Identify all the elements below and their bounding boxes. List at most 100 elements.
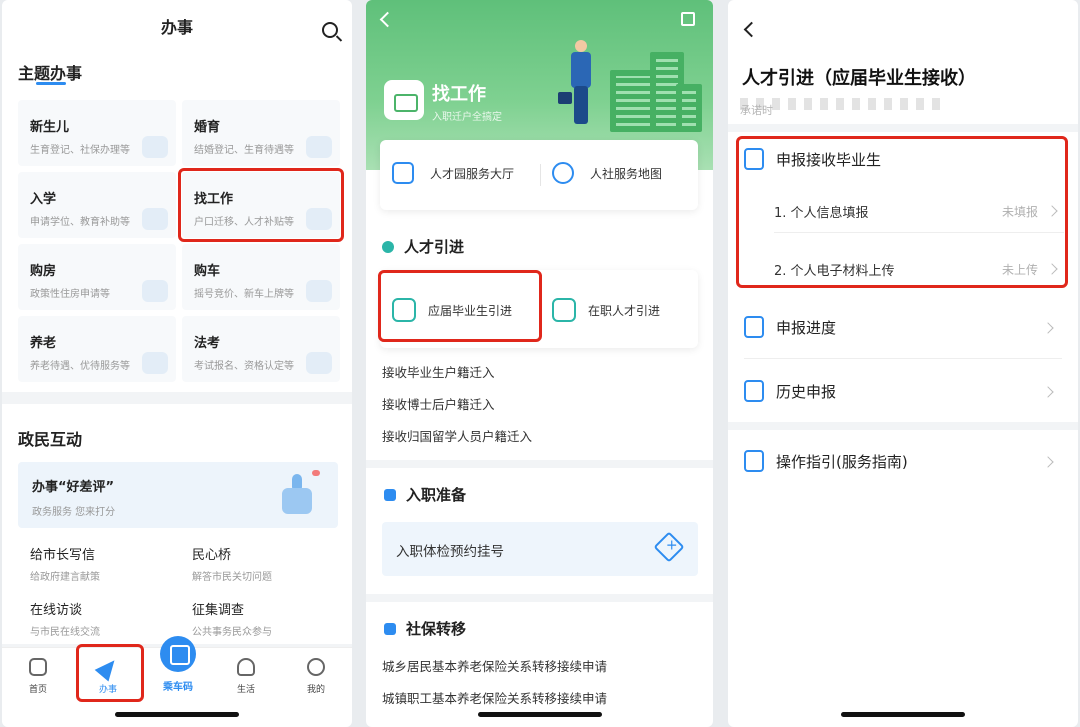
link-title: 给市长写信 [30, 548, 96, 563]
employed-talent-link[interactable]: 在职人才引进 [552, 298, 660, 322]
tab-label: 生活 [236, 685, 255, 695]
exam-label: 入职体检预约挂号 [396, 544, 504, 560]
tab-label: 首页 [28, 685, 47, 695]
section-title-interaction: 政民互动 [18, 430, 83, 449]
page-title: 办事 [160, 18, 193, 37]
bottom-tab-bar: 首页 办事 乘车码 生活 我的 [2, 636, 352, 727]
link-title: 征集调查 [192, 603, 245, 618]
thumbs-up-icon [276, 470, 320, 516]
elder-icon [142, 352, 168, 374]
screens: 办事 主题办事 新生儿 生育登记、社保办理等 婚育 结婚登记、生育待遇等 入学 [0, 0, 1080, 727]
tab-home[interactable]: 首页 [8, 658, 68, 695]
card-title: 养老 [30, 336, 57, 351]
section-title-theme: 主题办事 [18, 64, 83, 83]
home-indicator [115, 712, 239, 717]
divider [744, 358, 1062, 359]
phone-service-home: 办事 主题办事 新生儿 生育登记、社保办理等 婚育 结婚登记、生育待遇等 入学 [2, 0, 352, 727]
section-label: 人才引进 [404, 238, 465, 256]
service-label: 人才园服务大厅 [430, 166, 515, 181]
link-survey[interactable]: 征集调查 公共事务民众参与 [192, 599, 332, 638]
book-icon [744, 450, 764, 472]
divider [540, 164, 541, 186]
card-newborn[interactable]: 新生儿 生育登记、社保办理等 [18, 100, 176, 166]
link-online-interview[interactable]: 在线访谈 与市民在线交流 [30, 599, 192, 638]
menu-progress[interactable]: 申报进度 [744, 316, 1066, 338]
service-card: 人才园服务大厅 人社服务地图 [380, 140, 698, 210]
chevron-right-icon [1042, 322, 1054, 334]
menu-history[interactable]: 历史申报 [744, 380, 1066, 402]
section-divider [366, 460, 713, 468]
briefcase-clock-icon [552, 298, 576, 322]
tab-life[interactable]: 生活 [216, 658, 276, 695]
history-icon [744, 380, 764, 402]
highlight-apply-section [736, 136, 1068, 288]
link-returnee-hukou[interactable]: 接收归国留学人员户籍迁入 [382, 426, 532, 445]
building-illustration [676, 84, 702, 132]
tab-label: 我的 [306, 685, 325, 695]
person-icon [382, 240, 394, 253]
card-title: 法考 [194, 336, 221, 351]
rating-banner[interactable]: 办事“好差评” 政务服务 您来打分 [18, 462, 338, 528]
link-postdoc-hukou[interactable]: 接收博士后户籍迁入 [382, 394, 495, 413]
highlight-graduate-intro [378, 270, 542, 342]
interaction-panel: 政民互动 办事“好差评” 政务服务 您来打分 给市长写信 给政府建言献策 民心桥… [2, 404, 352, 644]
link-graduate-hukou[interactable]: 接收毕业生户籍迁入 [382, 362, 495, 381]
card-title: 婚育 [194, 120, 221, 135]
menu-label: 历史申报 [776, 382, 837, 401]
home-icon [29, 658, 47, 676]
section-label: 社保转移 [406, 620, 467, 638]
link-urban-pension-transfer[interactable]: 城镇职工基本养老保险关系转移接续申请 [382, 688, 607, 707]
section-divider [728, 422, 1078, 430]
phone-find-job: 找工作 入职迁户全搞定 人才园服务大厅 人社服务地图 人才引进 应届毕业生引进 … [366, 0, 713, 727]
link-rural-pension-transfer[interactable]: 城乡居民基本养老保险关系转移接续申请 [382, 656, 607, 675]
car-icon [306, 280, 332, 302]
home-indicator [477, 712, 602, 717]
service-hall-link[interactable]: 人才园服务大厅 [392, 162, 514, 184]
card-title: 购车 [194, 264, 221, 279]
link-title: 民心桥 [192, 548, 232, 563]
menu-label: 操作指引(服务指南) [776, 452, 908, 471]
menu-guide[interactable]: 操作指引(服务指南) [744, 450, 1066, 472]
page-title: 人才引进（应届毕业生接收） [742, 68, 976, 89]
card-car[interactable]: 购车 摇号竞价、新车上牌等 [182, 244, 340, 310]
add-icon [653, 531, 685, 563]
page-header: 办事 [2, 0, 352, 56]
link-sub: 解答市民关切问题 [192, 572, 272, 583]
section-underline [36, 82, 66, 85]
section-divider [366, 594, 713, 602]
link-title: 在线访谈 [30, 603, 83, 618]
section-title-onboard: 入职准备 [384, 484, 466, 505]
card-housing[interactable]: 购房 政策性住房申请等 [18, 244, 176, 310]
tab-bus-code-label[interactable]: 乘车码 [148, 678, 208, 693]
service-map-link[interactable]: 人社服务地图 [552, 162, 662, 184]
gavel-icon [306, 352, 332, 374]
hero-subtitle: 入职迁户全搞定 [432, 112, 502, 123]
highlight-service-tab [76, 644, 144, 702]
medical-exam-booking[interactable]: 入职体检预约挂号 [382, 522, 698, 576]
house-icon [142, 280, 168, 302]
edit-icon [384, 488, 396, 501]
card-title: 购房 [30, 264, 57, 279]
heart-icon [237, 658, 255, 676]
chevron-right-icon [1042, 456, 1054, 468]
briefcase-icon [384, 80, 424, 120]
card-title: 入学 [30, 192, 57, 207]
share-icon[interactable] [681, 12, 695, 26]
back-icon[interactable] [743, 21, 760, 38]
card-title: 新生儿 [30, 120, 70, 135]
card-law-exam[interactable]: 法考 考试报名、资格认定等 [182, 316, 340, 382]
card-school[interactable]: 入学 申请学位、教育补助等 [18, 172, 176, 238]
back-icon[interactable] [379, 11, 396, 28]
card-marriage[interactable]: 婚育 结婚登记、生育待遇等 [182, 100, 340, 166]
hero-title: 找工作 [432, 84, 486, 105]
card-pension[interactable]: 养老 养老待遇、优待服务等 [18, 316, 176, 382]
user-icon [307, 658, 325, 676]
businessman-illustration [558, 40, 596, 126]
qr-code-icon[interactable] [160, 636, 196, 672]
search-icon[interactable] [322, 22, 338, 38]
tab-me[interactable]: 我的 [286, 658, 346, 695]
highlight-find-job [178, 168, 344, 242]
school-icon [142, 208, 168, 230]
link-minxin-bridge[interactable]: 民心桥 解答市民关切问题 [192, 544, 332, 583]
link-mayor-letter[interactable]: 给市长写信 给政府建言献策 [30, 544, 192, 583]
